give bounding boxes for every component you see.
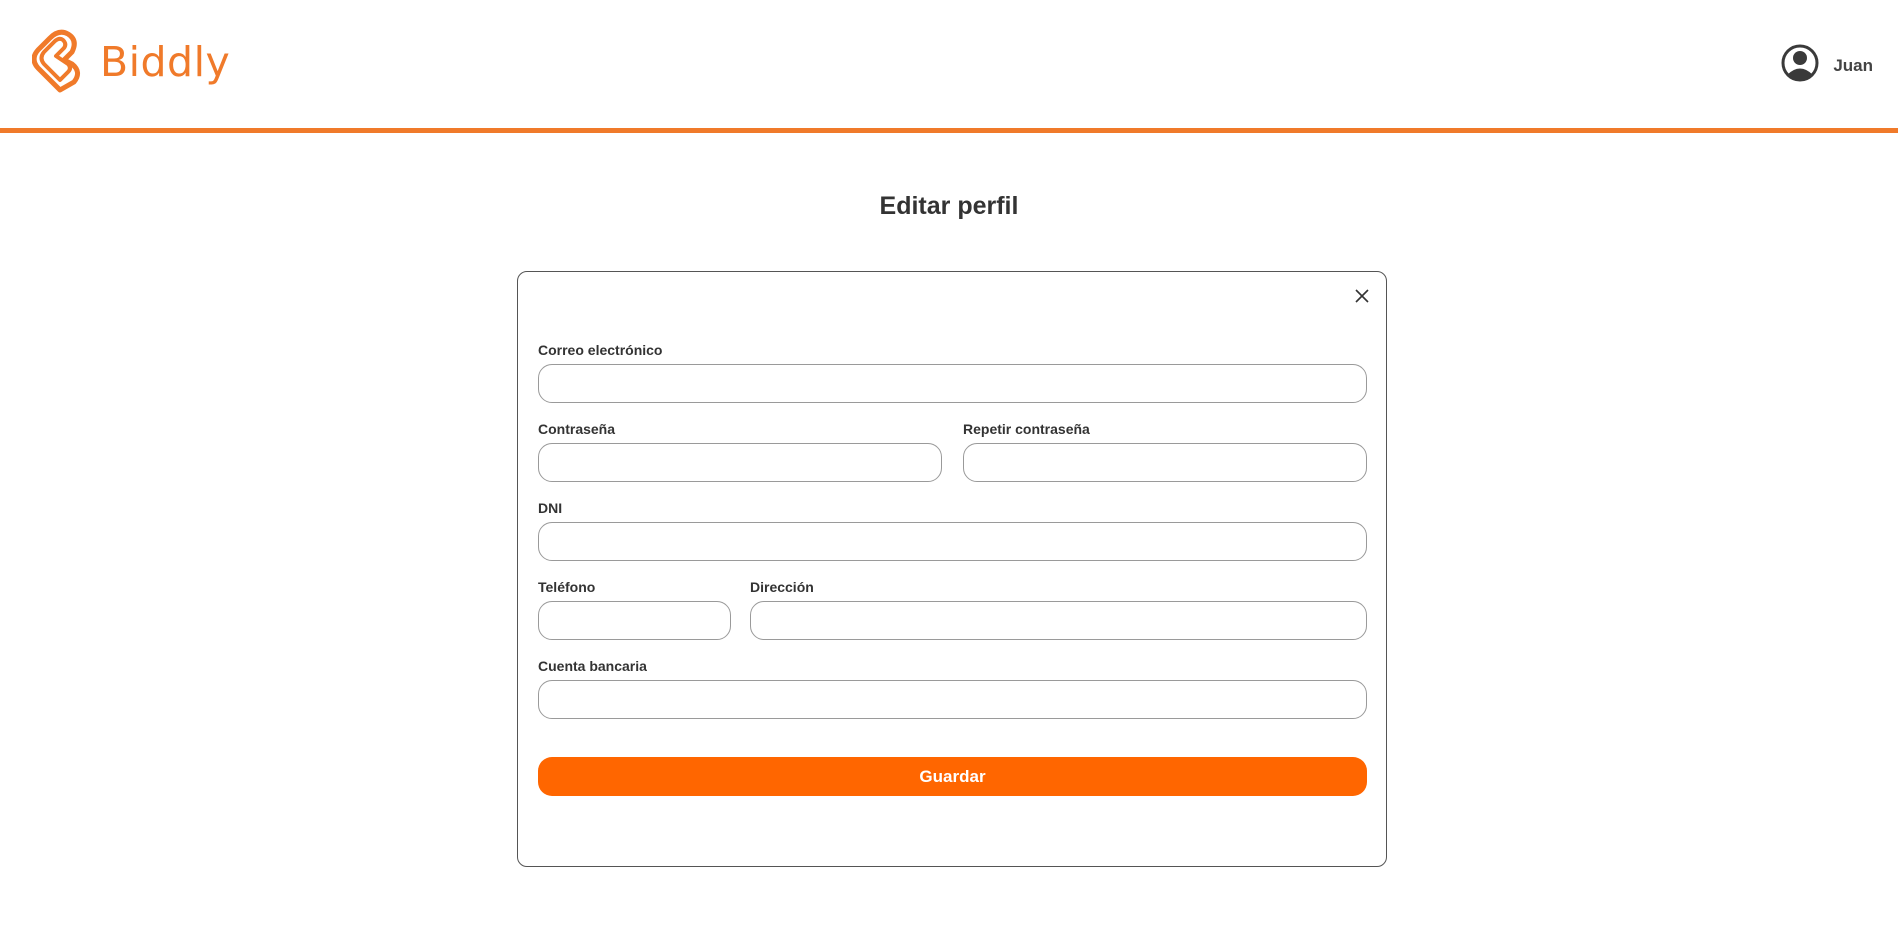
email-label: Correo electrónico: [538, 342, 663, 358]
email-field[interactable]: [538, 364, 1367, 403]
save-button[interactable]: Guardar: [538, 757, 1367, 796]
repeat-password-field[interactable]: [963, 443, 1367, 482]
password-label: Contraseña: [538, 421, 616, 437]
password-field[interactable]: [538, 443, 942, 482]
close-icon[interactable]: [1352, 286, 1372, 306]
dni-field[interactable]: [538, 522, 1367, 561]
address-label: Dirección: [750, 579, 814, 595]
user-name: Juan: [1833, 55, 1873, 75]
phone-label: Teléfono: [538, 579, 596, 595]
user-menu[interactable]: Juan: [1781, 44, 1873, 87]
heart-b-logo-icon: [31, 26, 88, 99]
address-field[interactable]: [750, 601, 1367, 640]
repeat-password-label: Repetir contraseña: [963, 421, 1090, 437]
bank-account-label: Cuenta bancaria: [538, 658, 647, 674]
phone-field[interactable]: [538, 601, 731, 640]
bank-account-field[interactable]: [538, 680, 1367, 719]
header: Biddly Juan: [0, 0, 1898, 133]
dni-label: DNI: [538, 500, 563, 516]
edit-profile-card: Correo electrónico Contraseña Repetir co…: [517, 271, 1387, 867]
user-circle-icon: [1781, 44, 1819, 87]
logo-text: Biddly: [100, 38, 231, 86]
logo[interactable]: Biddly: [31, 26, 231, 99]
page-title: Editar perfil: [879, 192, 1019, 220]
